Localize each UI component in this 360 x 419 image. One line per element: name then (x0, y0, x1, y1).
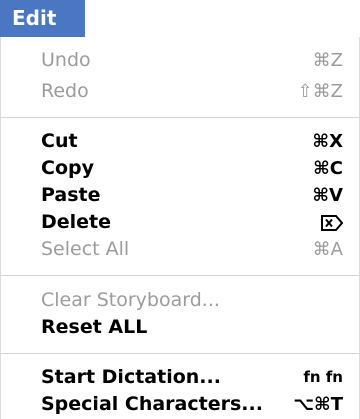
menu-separator (1, 117, 359, 118)
menu-item-undo[interactable]: Undo ⌘Z (1, 45, 359, 76)
menu-item-shortcut: ⌥⌘T (293, 394, 343, 415)
edit-menu-title[interactable]: Edit (0, 0, 85, 37)
menu-item-shortcut: ⌘A (312, 239, 343, 260)
menu-item-label: Select All (41, 238, 130, 260)
menu-item-special-characters[interactable]: Special Characters... ⌥⌘T (1, 389, 359, 419)
menu-item-label: Reset ALL (41, 316, 148, 338)
menu-separator (1, 275, 359, 276)
menu-item-shortcut: ⌘Z (312, 50, 343, 71)
menu-item-redo[interactable]: Redo ⇧⌘Z (1, 76, 359, 107)
menu-item-shortcut: ⇧⌘Z (297, 81, 343, 102)
menu-bar: Edit (0, 0, 360, 37)
menu-item-label: Special Characters... (41, 393, 263, 415)
menu-separator (1, 353, 359, 354)
delete-forward-icon (321, 215, 343, 231)
menu-item-label: Undo (41, 49, 91, 71)
edit-menu-panel: Undo ⌘Z Redo ⇧⌘Z Cut ⌘X Copy ⌘C Paste ⌘V… (0, 37, 360, 419)
menu-item-reset-all[interactable]: Reset ALL (1, 312, 359, 343)
menu-item-label: Redo (41, 80, 89, 102)
menu-item-select-all[interactable]: Select All ⌘A (1, 234, 359, 265)
screen: Edit Undo ⌘Z Redo ⇧⌘Z Cut ⌘X Copy ⌘C Pas… (0, 0, 360, 419)
